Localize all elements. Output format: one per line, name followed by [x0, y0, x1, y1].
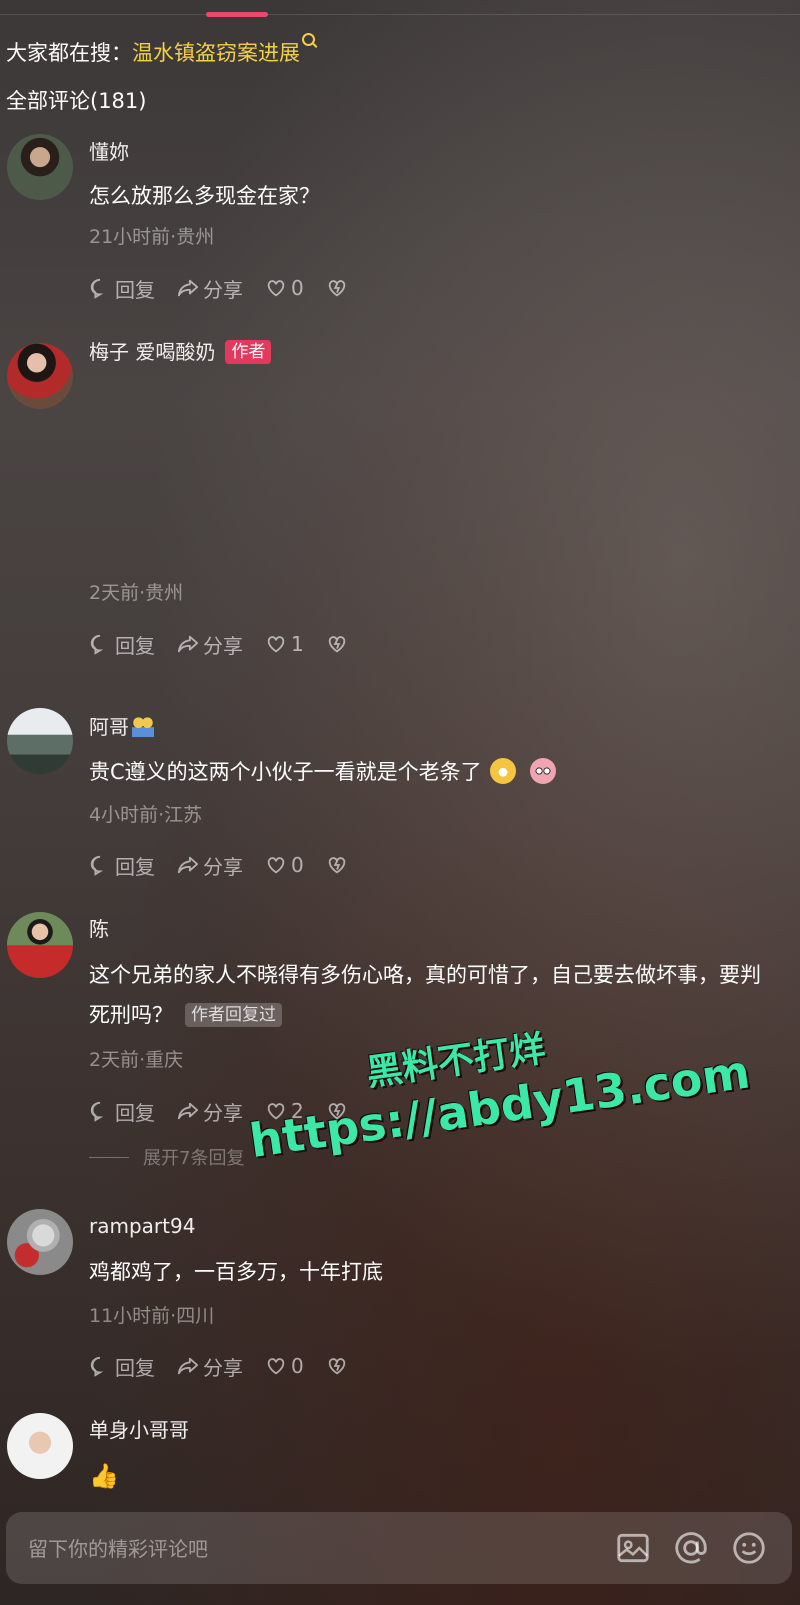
reply-icon [90, 855, 104, 876]
share-icon [177, 635, 199, 653]
reply-label: 回复 [115, 1100, 155, 1125]
search-icon [302, 33, 315, 46]
like-icon [267, 280, 285, 297]
reply-icon [90, 1356, 104, 1377]
comment-input-placeholder[interactable]: 留下你的精彩评论吧 [28, 1533, 208, 1562]
share-label: 分享 [203, 1100, 243, 1125]
share-button[interactable]: 分享 [177, 274, 243, 303]
comment-username-text: 梅子 爱喝酸奶 [89, 340, 216, 364]
reply-icon [90, 1101, 104, 1122]
avatar[interactable] [7, 1413, 73, 1479]
reply-button[interactable]: 回复 [89, 1352, 155, 1381]
avatar[interactable] [7, 1209, 73, 1275]
like-count: 0 [291, 853, 304, 877]
like-button[interactable]: 1 [265, 632, 304, 656]
share-label: 分享 [203, 854, 243, 879]
comment-meta: 2天前·贵州 [89, 582, 184, 604]
comment-input-bar[interactable]: 留下你的精彩评论吧 [6, 1512, 792, 1584]
comment-username[interactable]: 单身小哥哥 [89, 1416, 189, 1444]
comment-username[interactable]: 阿哥 [89, 713, 154, 741]
dislike-button[interactable] [326, 1355, 352, 1377]
couple-emoji-icon [132, 715, 154, 737]
like-button[interactable]: 0 [265, 853, 304, 877]
comment-text: 鸡都鸡了，一百多万，十年打底 [89, 1260, 383, 1284]
dislike-icon [328, 280, 345, 297]
expand-divider [89, 1157, 129, 1158]
like-button[interactable]: 0 [265, 1354, 304, 1378]
comment-text: 👍 [89, 1456, 779, 1497]
top-divider [0, 0, 800, 15]
at-icon[interactable] [672, 1529, 710, 1567]
avatar[interactable] [7, 708, 73, 774]
comment-actions: 回复 分享 0 [89, 273, 374, 303]
share-button[interactable]: 分享 [177, 1352, 243, 1381]
like-icon [267, 636, 285, 653]
like-icon [267, 1358, 285, 1375]
comment-actions: 回复 分享 0 [89, 1351, 374, 1381]
emoji-icon[interactable] [730, 1529, 768, 1567]
share-button[interactable]: 分享 [177, 851, 243, 880]
comment-actions: 回复 分享 1 [89, 629, 374, 659]
share-label: 分享 [203, 633, 243, 658]
like-count: 0 [291, 276, 304, 300]
trending-search[interactable]: 大家都在搜：温水镇盗窃案进展 [6, 33, 315, 68]
share-label: 分享 [203, 277, 243, 302]
like-icon [267, 857, 285, 874]
comment-actions: 回复 分享 0 [89, 850, 374, 880]
dislike-icon [328, 1358, 345, 1375]
reply-label: 回复 [115, 277, 155, 302]
share-icon [177, 1357, 199, 1375]
dislike-button[interactable] [326, 633, 352, 655]
avatar[interactable] [7, 912, 73, 978]
comment-meta: 2天前·重庆 [89, 1049, 184, 1071]
trending-search-prefix: 大家都在搜： [6, 41, 132, 65]
reply-label: 回复 [115, 1355, 155, 1380]
reply-icon [90, 634, 104, 655]
comment-username[interactable]: 陈 [89, 915, 109, 943]
reply-label: 回复 [115, 633, 155, 658]
avatar[interactable] [7, 134, 73, 200]
reply-icon [90, 278, 104, 299]
expand-replies-label: 展开7条回复 [143, 1148, 245, 1169]
share-icon [177, 856, 199, 874]
grimace-emoji-icon [489, 758, 516, 784]
reply-button[interactable]: 回复 [89, 1097, 155, 1126]
share-button[interactable]: 分享 [177, 630, 243, 659]
comment-meta: 11小时前·四川 [89, 1305, 215, 1327]
comment-text: 贵C遵义的这两个小伙子一看就是个老条了 [89, 752, 779, 792]
comment-meta: 4小时前·江苏 [89, 804, 203, 826]
comment-text-body: 贵C遵义的这两个小伙子一看就是个老条了 [89, 760, 482, 784]
dislike-icon [328, 857, 345, 874]
pig-emoji-icon [529, 758, 556, 784]
comment-text: 怎么放那么多现金在家？ [89, 184, 320, 208]
thumbs-up-icon: 👍 [89, 1462, 119, 1490]
dislike-icon [328, 636, 345, 653]
comment-username[interactable]: rampart94 [89, 1212, 195, 1240]
like-count: 0 [291, 1354, 304, 1378]
reply-label: 回复 [115, 854, 155, 879]
tab-indicator [206, 12, 268, 17]
share-icon [177, 1102, 199, 1120]
avatar[interactable] [7, 343, 73, 409]
like-count: 1 [291, 632, 304, 656]
share-label: 分享 [203, 1355, 243, 1380]
reply-button[interactable]: 回复 [89, 851, 155, 880]
author-badge: 作者 [225, 340, 272, 364]
comment-username[interactable]: 梅子 爱喝酸奶 作者 [89, 338, 272, 366]
comment-username[interactable]: 懂妳 [89, 138, 129, 166]
share-icon [177, 279, 199, 297]
trending-search-query[interactable]: 温水镇盗窃案进展 [132, 41, 300, 65]
comment-meta: 21小时前·贵州 [89, 226, 215, 248]
dislike-button[interactable] [326, 854, 352, 876]
reply-button[interactable]: 回复 [89, 274, 155, 303]
author-replied-badge: 作者回复过 [185, 1003, 282, 1027]
comments-count: 全部评论(181) [6, 89, 147, 113]
dislike-button[interactable] [326, 277, 352, 299]
image-icon[interactable] [614, 1529, 652, 1567]
like-button[interactable]: 0 [265, 276, 304, 300]
comment-username-text: 阿哥 [89, 715, 129, 739]
reply-button[interactable]: 回复 [89, 630, 155, 659]
share-button[interactable]: 分享 [177, 1097, 243, 1126]
expand-replies-button[interactable]: 展开7条回复 [89, 1144, 244, 1170]
